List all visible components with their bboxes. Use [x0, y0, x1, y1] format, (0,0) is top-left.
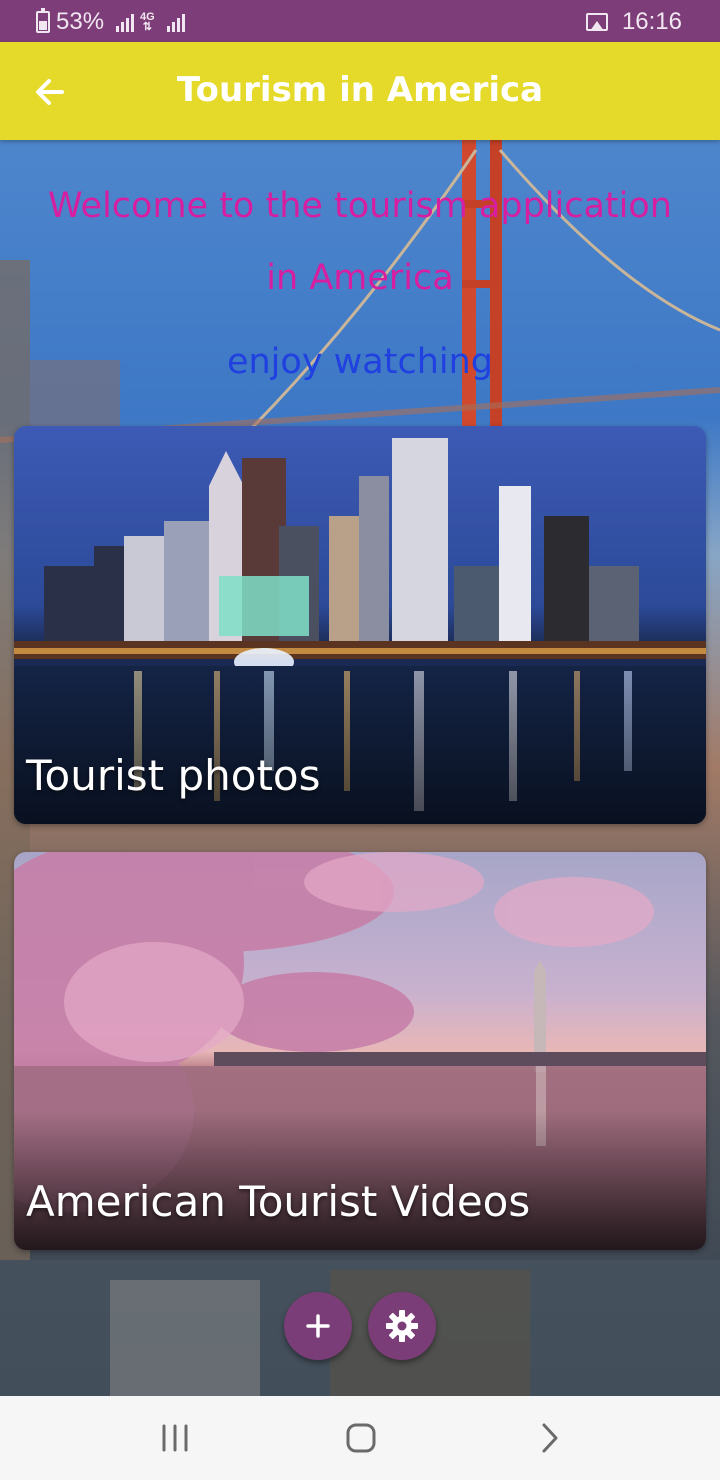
- signal-icon: [116, 12, 135, 32]
- welcome-text: Welcome to the tourism application in Am…: [47, 186, 672, 298]
- plus-icon: [306, 1314, 330, 1338]
- network-type: 4G: [140, 11, 155, 23]
- tourist-photos-label: Tourist photos: [26, 751, 321, 800]
- status-left: 53% 4G ⇅: [36, 8, 185, 36]
- tourist-videos-label: American Tourist Videos: [26, 1177, 531, 1226]
- clock: 16:16: [621, 8, 682, 35]
- tourist-videos-card[interactable]: American Tourist Videos: [14, 852, 706, 1250]
- system-nav-bar: [0, 1396, 720, 1480]
- tourist-photos-card[interactable]: Tourist photos: [14, 426, 706, 824]
- recents-icon[interactable]: [156, 1418, 196, 1458]
- status-right: 16:16: [585, 8, 682, 36]
- gear-icon: [386, 1310, 418, 1342]
- battery-percent: 53%: [56, 8, 105, 35]
- page-title: Tourism in America: [176, 70, 544, 110]
- status-bar: 53% 4G ⇅ 16:16: [0, 0, 720, 42]
- back-chevron-icon[interactable]: [530, 1418, 570, 1458]
- settings-button[interactable]: [368, 1292, 436, 1360]
- lte-icon: 4G ⇅: [140, 11, 155, 33]
- battery-icon: [36, 8, 50, 33]
- signal-icon-2: [166, 12, 185, 32]
- subtitle-text: enjoy watching: [226, 342, 494, 382]
- home-icon[interactable]: [341, 1418, 381, 1458]
- gallery-icon: [585, 13, 608, 31]
- add-button[interactable]: [284, 1292, 352, 1360]
- app-bar: Tourism in America: [0, 42, 720, 140]
- main-content: Welcome to the tourism application in Am…: [0, 140, 720, 1396]
